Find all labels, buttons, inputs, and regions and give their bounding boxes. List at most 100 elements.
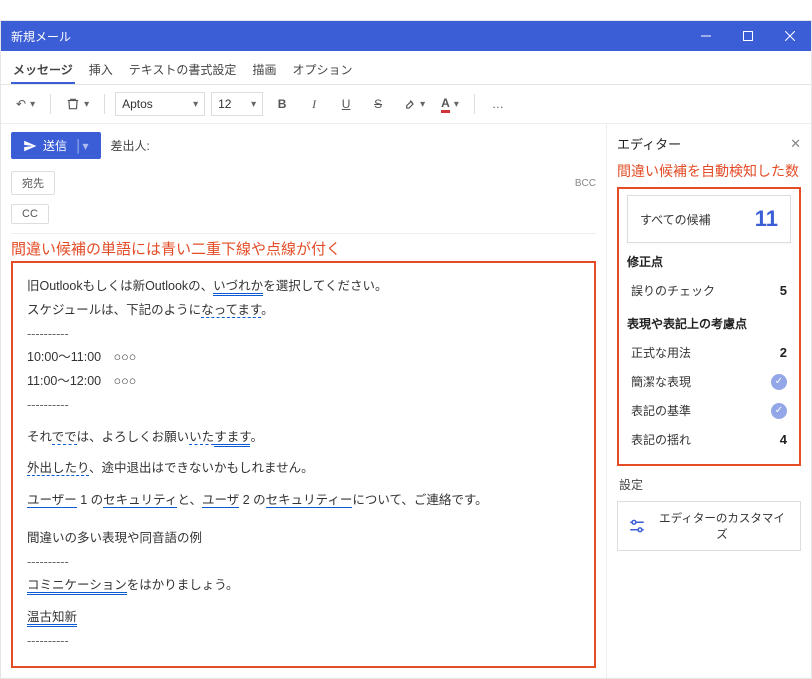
typo-check-count: 5	[780, 283, 787, 298]
underline-button[interactable]: U	[333, 91, 359, 117]
annotation-body-note: 間違い候補の単語には青い二重下線や点線が付く	[11, 238, 596, 259]
cc-row: CC	[11, 199, 596, 234]
bcc-toggle[interactable]: BCC	[575, 178, 596, 189]
chevron-down-icon: ▾	[251, 99, 256, 110]
body-text: 、途中退出はできないかもしれません。	[89, 461, 314, 475]
toolbar: ↶▾ ▾ Aptos ▾ 12 ▾ B I U S ▾ A▾ …	[1, 85, 811, 124]
titlebar: 新規メール	[1, 21, 811, 51]
font-size-select[interactable]: 12 ▾	[211, 92, 263, 116]
all-suggestions-count: 11	[755, 206, 778, 232]
separator	[50, 94, 51, 114]
more-button[interactable]: …	[485, 91, 511, 117]
to-button[interactable]: 宛先	[11, 171, 55, 195]
chevron-down-icon: ▾	[193, 99, 198, 110]
font-color-button[interactable]: A▾	[436, 91, 464, 117]
check-icon: ✓	[771, 403, 787, 419]
from-label: 差出人:	[111, 137, 150, 154]
settings-label: 設定	[619, 476, 801, 493]
font-name-value: Aptos	[122, 97, 153, 111]
style-header: 表現や表記上の考慮点	[627, 315, 791, 332]
error-word[interactable]: ユーザ	[202, 493, 239, 508]
body-text: を選択してください。	[263, 279, 387, 293]
window: 新規メール メッセージ 挿入 テキストの書式設定 描画 オプション ↶▾ ▾ A…	[0, 20, 812, 679]
all-suggestions-card[interactable]: すべての候補 11	[627, 195, 791, 243]
error-word[interactable]: セキュリティー	[266, 493, 353, 508]
tab-draw[interactable]: 描画	[250, 57, 278, 84]
error-word[interactable]: 外出したり	[27, 461, 89, 476]
typo-check-label: 誤りのチェック	[631, 282, 715, 299]
message-body[interactable]: 旧Outlookもしくは新Outlookの、いづれかを選択してください。 スケジ…	[11, 261, 596, 668]
divider-text: ----------	[27, 630, 580, 654]
error-word[interactable]: コミニケーション	[27, 578, 127, 595]
concise-label: 簡潔な表現	[631, 373, 691, 390]
error-word[interactable]: 温古知新	[27, 610, 77, 627]
undo-button[interactable]: ↶▾	[11, 91, 40, 117]
tab-format[interactable]: テキストの書式設定	[127, 57, 239, 84]
error-word[interactable]: すます	[214, 430, 250, 447]
close-pane-icon[interactable]: ✕	[790, 136, 801, 152]
error-word[interactable]: セキュリティ	[103, 493, 177, 508]
concise-row[interactable]: 簡潔な表現 ✓	[627, 367, 791, 396]
maximize-button[interactable]	[727, 21, 769, 51]
highlight-button[interactable]: ▾	[397, 91, 430, 117]
close-button[interactable]	[769, 21, 811, 51]
separator	[474, 94, 475, 114]
body-text: 1 の	[77, 493, 103, 507]
error-word[interactable]: でで	[52, 430, 77, 445]
to-row: 宛先 BCC	[11, 167, 596, 199]
to-field[interactable]	[61, 172, 569, 194]
formal-count: 2	[780, 345, 787, 360]
trash-button[interactable]: ▾	[61, 91, 94, 117]
body-text: 。	[261, 303, 274, 317]
fluctuation-row[interactable]: 表記の揺れ 4	[627, 425, 791, 454]
body-text: それ	[27, 430, 52, 444]
strike-button[interactable]: S	[365, 91, 391, 117]
body-panels: 送信 │▾ 差出人: 宛先 BCC CC 間違い候補の単語には青い二重下線や点線…	[1, 124, 811, 678]
minimize-button[interactable]	[685, 21, 727, 51]
check-icon: ✓	[771, 374, 787, 390]
formal-row[interactable]: 正式な用法 2	[627, 338, 791, 367]
body-text: について、ご連絡です。	[352, 493, 487, 507]
error-word[interactable]: ユーザー	[27, 493, 77, 508]
body-text: 旧Outlookもしくは新Outlookの、	[27, 279, 213, 293]
body-text: と、	[177, 493, 202, 507]
compose-pane: 送信 │▾ 差出人: 宛先 BCC CC 間違い候補の単語には青い二重下線や点線…	[1, 124, 606, 678]
editor-pane-title: エディター	[617, 134, 681, 153]
divider-text: ----------	[27, 551, 580, 575]
body-text: 10:00～11:00 ○○○	[27, 346, 580, 370]
divider-text: ----------	[27, 323, 580, 347]
error-word[interactable]: なってます	[201, 303, 261, 318]
body-text: スケジュールは、下記のように	[27, 303, 201, 317]
fluctuation-count: 4	[780, 432, 787, 447]
editor-pane: エディター ✕ 間違い候補を自動検知した数 すべての候補 11 修正点 誤りのチ…	[606, 124, 811, 678]
send-row: 送信 │▾ 差出人:	[11, 132, 596, 159]
window-title: 新規メール	[11, 28, 71, 45]
error-word[interactable]: いづれか	[213, 279, 263, 296]
font-name-select[interactable]: Aptos ▾	[115, 92, 205, 116]
send-label: 送信	[43, 137, 67, 154]
from-field[interactable]	[160, 135, 596, 157]
font-size-value: 12	[218, 97, 231, 111]
typo-check-row[interactable]: 誤りのチェック 5	[627, 276, 791, 305]
tab-options[interactable]: オプション	[290, 57, 354, 84]
bold-button[interactable]: B	[269, 91, 295, 117]
body-text: 11:00～12:00 ○○○	[27, 370, 580, 394]
cc-field[interactable]	[55, 203, 596, 225]
body-text: をはかりましょう。	[127, 578, 239, 592]
ribbon-tabs: メッセージ 挿入 テキストの書式設定 描画 オプション	[1, 51, 811, 85]
body-text: 。	[250, 430, 263, 444]
formal-label: 正式な用法	[631, 344, 691, 361]
fixes-header: 修正点	[627, 253, 791, 270]
all-suggestions-label: すべての候補	[640, 211, 711, 228]
standard-row[interactable]: 表記の基準 ✓	[627, 396, 791, 425]
send-button[interactable]: 送信 │▾	[11, 132, 101, 159]
cc-button[interactable]: CC	[11, 204, 49, 224]
editor-pane-header: エディター ✕	[617, 132, 801, 159]
customize-editor-button[interactable]: エディターのカスタマイズ	[617, 501, 801, 551]
body-text: は、よろしくお願い	[77, 430, 190, 444]
italic-button[interactable]: I	[301, 91, 327, 117]
error-word[interactable]: いた	[189, 430, 214, 445]
tab-message[interactable]: メッセージ	[11, 57, 75, 84]
tab-insert[interactable]: 挿入	[87, 57, 115, 84]
divider-text: ----------	[27, 394, 580, 418]
